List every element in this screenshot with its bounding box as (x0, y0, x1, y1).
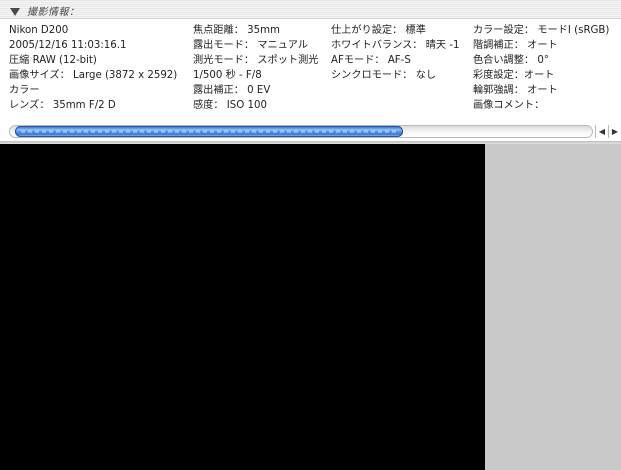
exposure-mode-info: 露出モード： マニュアル (193, 40, 308, 51)
white-balance-info: ホワイトバランス： 晴天 -1 (331, 40, 460, 51)
empty-side-area (485, 144, 621, 470)
camera-settings-column: 仕上がり設定： 標準 ホワイトバランス： 晴天 -1 AFモード： AF-S シ… (331, 23, 460, 83)
finish-setting-info: 仕上がり設定： 標準 (331, 25, 426, 36)
exposure-compensation-info: 露出補正： 0 EV (193, 85, 271, 96)
compression-info: 圧縮 RAW (12-bit) (9, 55, 97, 66)
sync-mode-info: シンクロモード： なし (331, 70, 437, 81)
hue-adjustment-info: 色合い調整： 0° (473, 55, 549, 66)
camera-model: Nikon D200 (9, 25, 69, 36)
tone-compensation-info: 階調補正： オート (473, 40, 558, 51)
scroll-left-arrow-icon[interactable]: ◀ (595, 125, 608, 138)
image-preview-area[interactable] (0, 144, 485, 470)
scroll-thumb[interactable] (15, 126, 403, 137)
camera-info-column: Nikon D200 2005/12/16 11:03:16.1 圧縮 RAW … (9, 23, 177, 113)
shutter-aperture-info: 1/500 秒 - F/8 (193, 70, 262, 81)
disclosure-triangle-icon[interactable] (10, 8, 20, 16)
shooting-info-header: 撮影情報： (0, 0, 621, 19)
af-mode-info: AFモード： AF-S (331, 55, 411, 66)
capture-datetime: 2005/12/16 11:03:16.1 (9, 40, 127, 51)
sharpening-info: 輪郭強調： オート (473, 85, 558, 96)
exposure-info-column: 焦点距離： 35mm 露出モード： マニュアル 測光モード： スポット測光 1/… (193, 23, 319, 113)
focal-length-info: 焦点距離： 35mm (193, 25, 280, 36)
panel-title: 撮影情報： (27, 7, 80, 18)
metering-mode-info: 測光モード： スポット測光 (193, 55, 319, 66)
shooting-info-panel: Nikon D200 2005/12/16 11:03:16.1 圧縮 RAW … (0, 19, 621, 123)
iso-info: 感度： ISO 100 (193, 100, 267, 111)
horizontal-scrollbar[interactable]: ◀ ▶ (0, 123, 621, 141)
color-mode-info: カラー (9, 85, 40, 96)
lens-info: レンズ： 35mm F/2 D (9, 100, 116, 111)
scroll-right-arrow-icon[interactable]: ▶ (608, 125, 621, 138)
saturation-info: 彩度設定：オート (473, 70, 555, 81)
image-comment-info: 画像コメント： (473, 100, 545, 111)
color-space-info: カラー設定： モードI (sRGB) (473, 25, 610, 36)
image-size-info: 画像サイズ： Large (3872 x 2592) (9, 70, 178, 81)
color-settings-column: カラー設定： モードI (sRGB) 階調補正： オート 色合い調整： 0° 彩… (473, 23, 609, 113)
